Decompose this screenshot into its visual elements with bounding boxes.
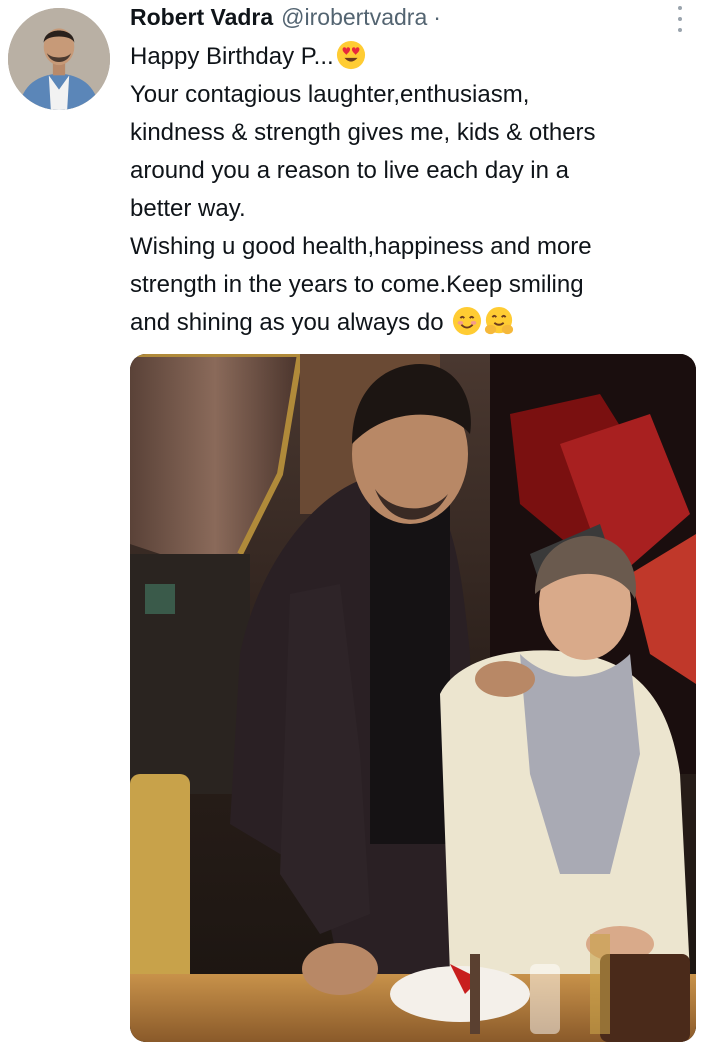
tweet-text: Happy Birthday P... Your contagious laug… xyxy=(130,38,696,342)
author-avatar[interactable] xyxy=(8,8,110,110)
tweet[interactable]: Robert Vadra @irobertvadra · Happy Birth… xyxy=(0,0,704,1048)
photo-image xyxy=(130,354,696,1042)
tweet-line: Wishing u good health,happiness and more xyxy=(130,233,592,260)
avatar-image xyxy=(8,8,110,110)
author-handle[interactable]: @irobertvadra xyxy=(281,4,427,31)
tweet-line: around you a reason to live each day in … xyxy=(130,157,569,184)
smiling-face-emoji-icon xyxy=(452,306,482,336)
tweet-line: and shining as you always do xyxy=(130,304,696,342)
author-display-name[interactable]: Robert Vadra xyxy=(130,4,273,31)
tweet-line: Happy Birthday P... xyxy=(130,38,696,76)
hugging-face-emoji-icon xyxy=(484,306,514,336)
more-options-icon[interactable] xyxy=(670,6,690,32)
tweet-line: Your contagious laughter,enthusiasm, xyxy=(130,81,530,108)
tweet-line: kindness & strength gives me, kids & oth… xyxy=(130,119,596,146)
tweet-line: strength in the years to come.Keep smili… xyxy=(130,271,584,298)
heart-eyes-emoji-icon xyxy=(336,40,366,70)
tweet-photo[interactable] xyxy=(130,354,696,1042)
header-separator: · xyxy=(433,4,441,30)
tweet-line: better way. xyxy=(130,195,246,222)
tweet-header: Robert Vadra @irobertvadra · xyxy=(130,4,441,38)
